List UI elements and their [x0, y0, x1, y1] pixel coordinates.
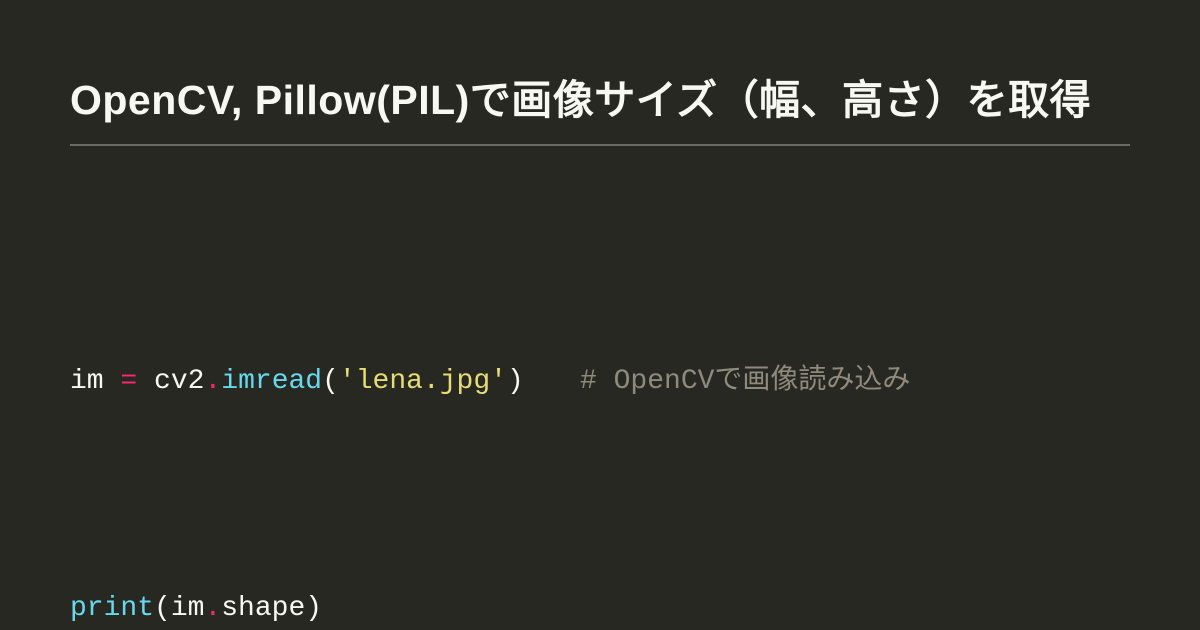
code-line-2: print(im.shape) [70, 586, 1130, 630]
code-line-1-left: im = cv2.imread('lena.jpg') [70, 359, 580, 404]
token-operator: = [120, 366, 137, 397]
token-attribute: shape [221, 593, 305, 624]
token-identifier: im [171, 593, 205, 624]
token-string: 'lena.jpg' [339, 366, 507, 397]
page-title: OpenCV, Pillow(PIL)で画像サイズ（幅、高さ）を取得 [70, 66, 1130, 146]
token-space [137, 366, 154, 397]
token-dot: . [204, 593, 221, 624]
code-block: im = cv2.imread('lena.jpg') # OpenCVで画像読… [70, 178, 1130, 630]
token-dot: . [204, 366, 221, 397]
page: OpenCV, Pillow(PIL)で画像サイズ（幅、高さ）を取得 im = … [0, 0, 1200, 630]
token-comment: # OpenCVで画像読み込み [580, 366, 910, 397]
token-function: print [70, 593, 154, 624]
token-identifier: im [70, 366, 104, 397]
token-paren-open: ( [154, 593, 171, 624]
token-paren-open: ( [322, 366, 339, 397]
code-line-2-left: print(im.shape) [70, 586, 580, 630]
code-line-2-comment [580, 586, 1130, 630]
code-line-1: im = cv2.imread('lena.jpg') # OpenCVで画像読… [70, 359, 1130, 404]
code-line-1-comment: # OpenCVで画像読み込み [580, 359, 1130, 404]
token-module: cv2 [154, 366, 204, 397]
token-paren-close: ) [305, 593, 322, 624]
token-space [104, 366, 121, 397]
token-paren-close: ) [507, 366, 524, 397]
token-function: imread [221, 366, 322, 397]
